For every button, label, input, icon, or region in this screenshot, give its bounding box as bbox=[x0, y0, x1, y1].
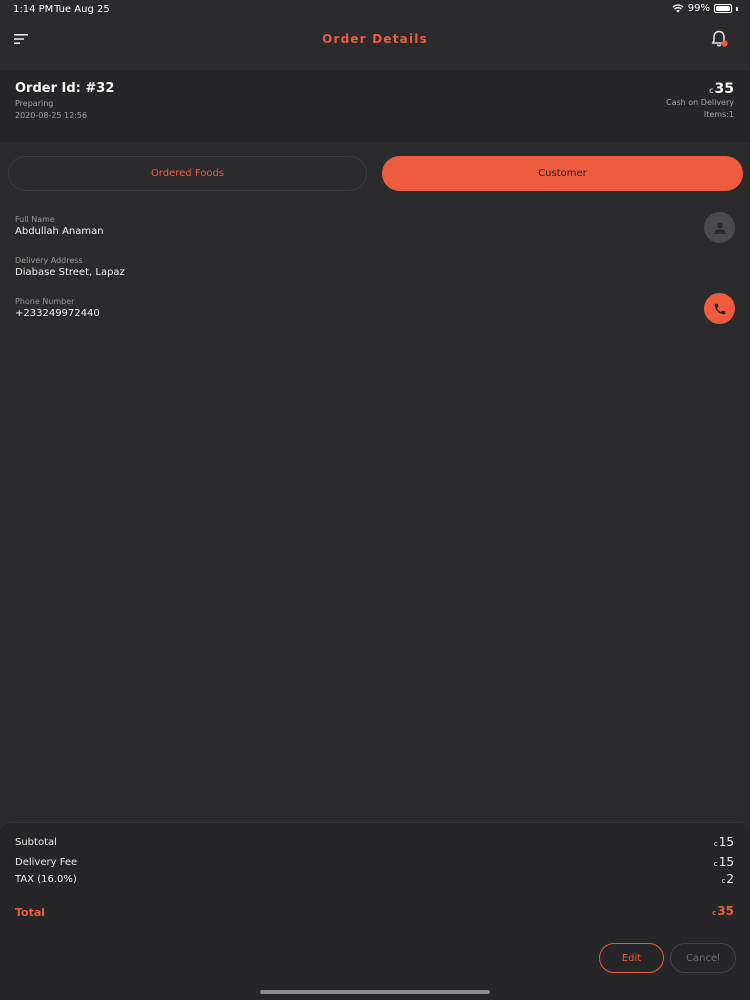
order-summary-panel: Subtotal c15 Delivery Fee c15 TAX (16.0%… bbox=[0, 822, 750, 1000]
battery-percent: 99% bbox=[687, 3, 710, 14]
tax-amount: 2 bbox=[726, 872, 734, 886]
call-button[interactable] bbox=[704, 293, 735, 324]
order-summary-header: Order Id: #32 Preparing 2020-08-25 12:56… bbox=[0, 70, 750, 142]
tab-customer[interactable]: Customer bbox=[382, 156, 743, 191]
subtotal-value: c15 bbox=[714, 835, 734, 849]
order-datetime: 2020-08-25 12:56 bbox=[15, 111, 88, 120]
tab-ordered-foods[interactable]: Ordered Foods bbox=[8, 156, 367, 191]
delivery-fee-label: Delivery Fee bbox=[15, 857, 78, 868]
status-bar: 1:14 PM Tue Aug 25 99% bbox=[0, 0, 750, 20]
payment-method: Cash on Delivery bbox=[666, 98, 734, 107]
delivery-fee-amount: 15 bbox=[718, 855, 734, 869]
phone-number-label: Phone Number bbox=[15, 297, 75, 306]
bell-icon[interactable] bbox=[708, 28, 730, 50]
full-name-label: Full Name bbox=[15, 215, 55, 224]
total-label: Total bbox=[15, 906, 46, 919]
delivery-address-label: Delivery Address bbox=[15, 256, 83, 265]
delivery-fee-value: c15 bbox=[714, 855, 734, 869]
item-count: Items:1 bbox=[703, 110, 734, 119]
currency-symbol: c bbox=[713, 860, 718, 868]
battery-cap bbox=[736, 6, 738, 11]
order-id: Order Id: #32 bbox=[15, 81, 115, 96]
battery-icon bbox=[714, 4, 732, 13]
battery-fill bbox=[716, 6, 730, 11]
phone-number-value: +233249972440 bbox=[15, 308, 100, 319]
home-indicator[interactable] bbox=[260, 990, 490, 994]
total-amount: 35 bbox=[717, 904, 734, 918]
tax-label: TAX (16.0%) bbox=[15, 874, 77, 885]
wifi-icon bbox=[672, 4, 684, 13]
currency-symbol: c bbox=[721, 877, 726, 885]
status-time: 1:14 PM bbox=[13, 4, 54, 15]
total-value: c35 bbox=[712, 904, 734, 918]
currency-symbol: c bbox=[709, 86, 714, 95]
currency-symbol: c bbox=[712, 909, 717, 917]
cancel-button[interactable]: Cancel bbox=[670, 943, 736, 973]
edit-button[interactable]: Edit bbox=[599, 943, 664, 973]
full-name-value: Abdullah Anaman bbox=[15, 226, 104, 237]
phone-icon bbox=[714, 303, 725, 314]
tax-value: c2 bbox=[722, 872, 735, 886]
page-title: Order Details bbox=[322, 32, 428, 46]
order-amount-value: 35 bbox=[714, 81, 734, 97]
status-indicators: 99% bbox=[672, 3, 738, 14]
order-status: Preparing bbox=[15, 99, 54, 108]
nav-bar: Order Details bbox=[0, 20, 750, 68]
subtotal-amount: 15 bbox=[718, 835, 734, 849]
order-details-screen: 1:14 PM Tue Aug 25 99% Order Details Ord… bbox=[0, 0, 750, 1000]
person-icon bbox=[714, 222, 725, 234]
currency-symbol: c bbox=[713, 840, 718, 848]
order-totals: c35 Cash on Delivery Items:1 bbox=[666, 81, 734, 121]
order-amount: c35 bbox=[666, 81, 734, 97]
avatar bbox=[704, 212, 735, 243]
status-date: Tue Aug 25 bbox=[54, 4, 110, 15]
subtotal-label: Subtotal bbox=[15, 837, 57, 848]
delivery-address-value: Diabase Street, Lapaz bbox=[15, 267, 125, 278]
